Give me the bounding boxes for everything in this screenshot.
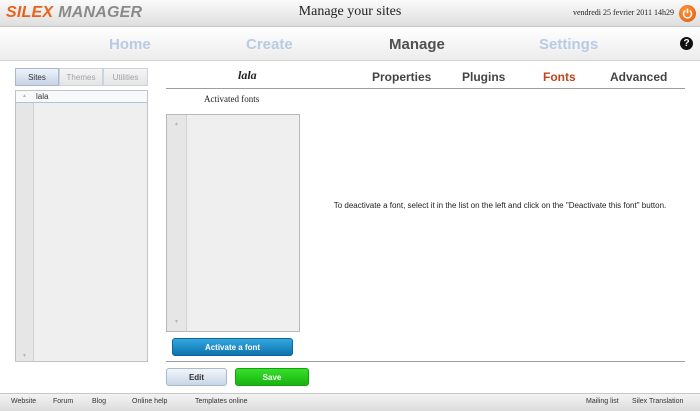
footer-link-forum[interactable]: Forum <box>53 398 73 405</box>
divider <box>166 88 685 89</box>
footer-link-mailing-list[interactable]: Mailing list <box>586 398 619 405</box>
divider <box>166 361 685 362</box>
footer-link-silex-translation[interactable]: Silex Translation <box>632 398 683 405</box>
power-icon <box>682 8 693 19</box>
nav-home[interactable]: Home <box>109 36 151 53</box>
footer-link-blog[interactable]: Blog <box>92 398 106 405</box>
edit-button[interactable]: Edit <box>166 368 227 386</box>
top-bar: SILEX MANAGER Manage your sites vendredi … <box>0 0 700 27</box>
activated-fonts-title: Activated fonts <box>204 94 260 104</box>
activate-font-button[interactable]: Activate a font <box>172 338 293 356</box>
list-item[interactable]: lala <box>16 91 147 103</box>
date-label: vendredi 25 fevrier 2011 14h29 <box>572 8 674 17</box>
tab-utilities[interactable]: Utilities <box>103 68 148 86</box>
tab-plugins[interactable]: Plugins <box>462 70 505 84</box>
help-icon[interactable]: ? <box>680 37 693 50</box>
site-list[interactable]: lala ▲ ▼ <box>15 90 148 362</box>
main-nav: Home Create Manage Settings ? <box>0 27 700 61</box>
footer: Website Forum Blog Online help Templates… <box>0 393 700 411</box>
site-item-label: lala <box>36 92 49 101</box>
activated-fonts-list[interactable]: ▲ ▼ <box>166 114 300 332</box>
fonts-info-text: To deactivate a font, select it in the l… <box>333 201 667 210</box>
scroll-down-icon[interactable]: ▼ <box>22 353 27 359</box>
tab-sites[interactable]: Sites <box>15 68 59 86</box>
scroll-down-icon[interactable]: ▼ <box>174 319 179 325</box>
nav-settings[interactable]: Settings <box>539 36 598 53</box>
tab-fonts[interactable]: Fonts <box>543 70 576 84</box>
nav-manage[interactable]: Manage <box>389 36 445 53</box>
site-name: lala <box>238 68 257 82</box>
power-button[interactable] <box>679 5 696 22</box>
scroll-up-icon[interactable]: ▲ <box>174 121 179 127</box>
tab-properties[interactable]: Properties <box>372 70 431 84</box>
tab-themes[interactable]: Themes <box>59 68 103 86</box>
footer-link-templates-online[interactable]: Templates online <box>195 398 248 405</box>
tab-advanced[interactable]: Advanced <box>610 70 667 84</box>
nav-create[interactable]: Create <box>246 36 293 53</box>
footer-link-website[interactable]: Website <box>11 398 36 405</box>
list-scrollbar[interactable] <box>167 115 187 331</box>
footer-link-online-help[interactable]: Online help <box>132 398 167 405</box>
scroll-up-icon[interactable]: ▲ <box>22 93 27 99</box>
list-scrollbar[interactable] <box>16 91 34 361</box>
sites-panel: Sites Themes Utilities lala ▲ ▼ <box>14 68 148 362</box>
save-button[interactable]: Save <box>235 368 309 386</box>
